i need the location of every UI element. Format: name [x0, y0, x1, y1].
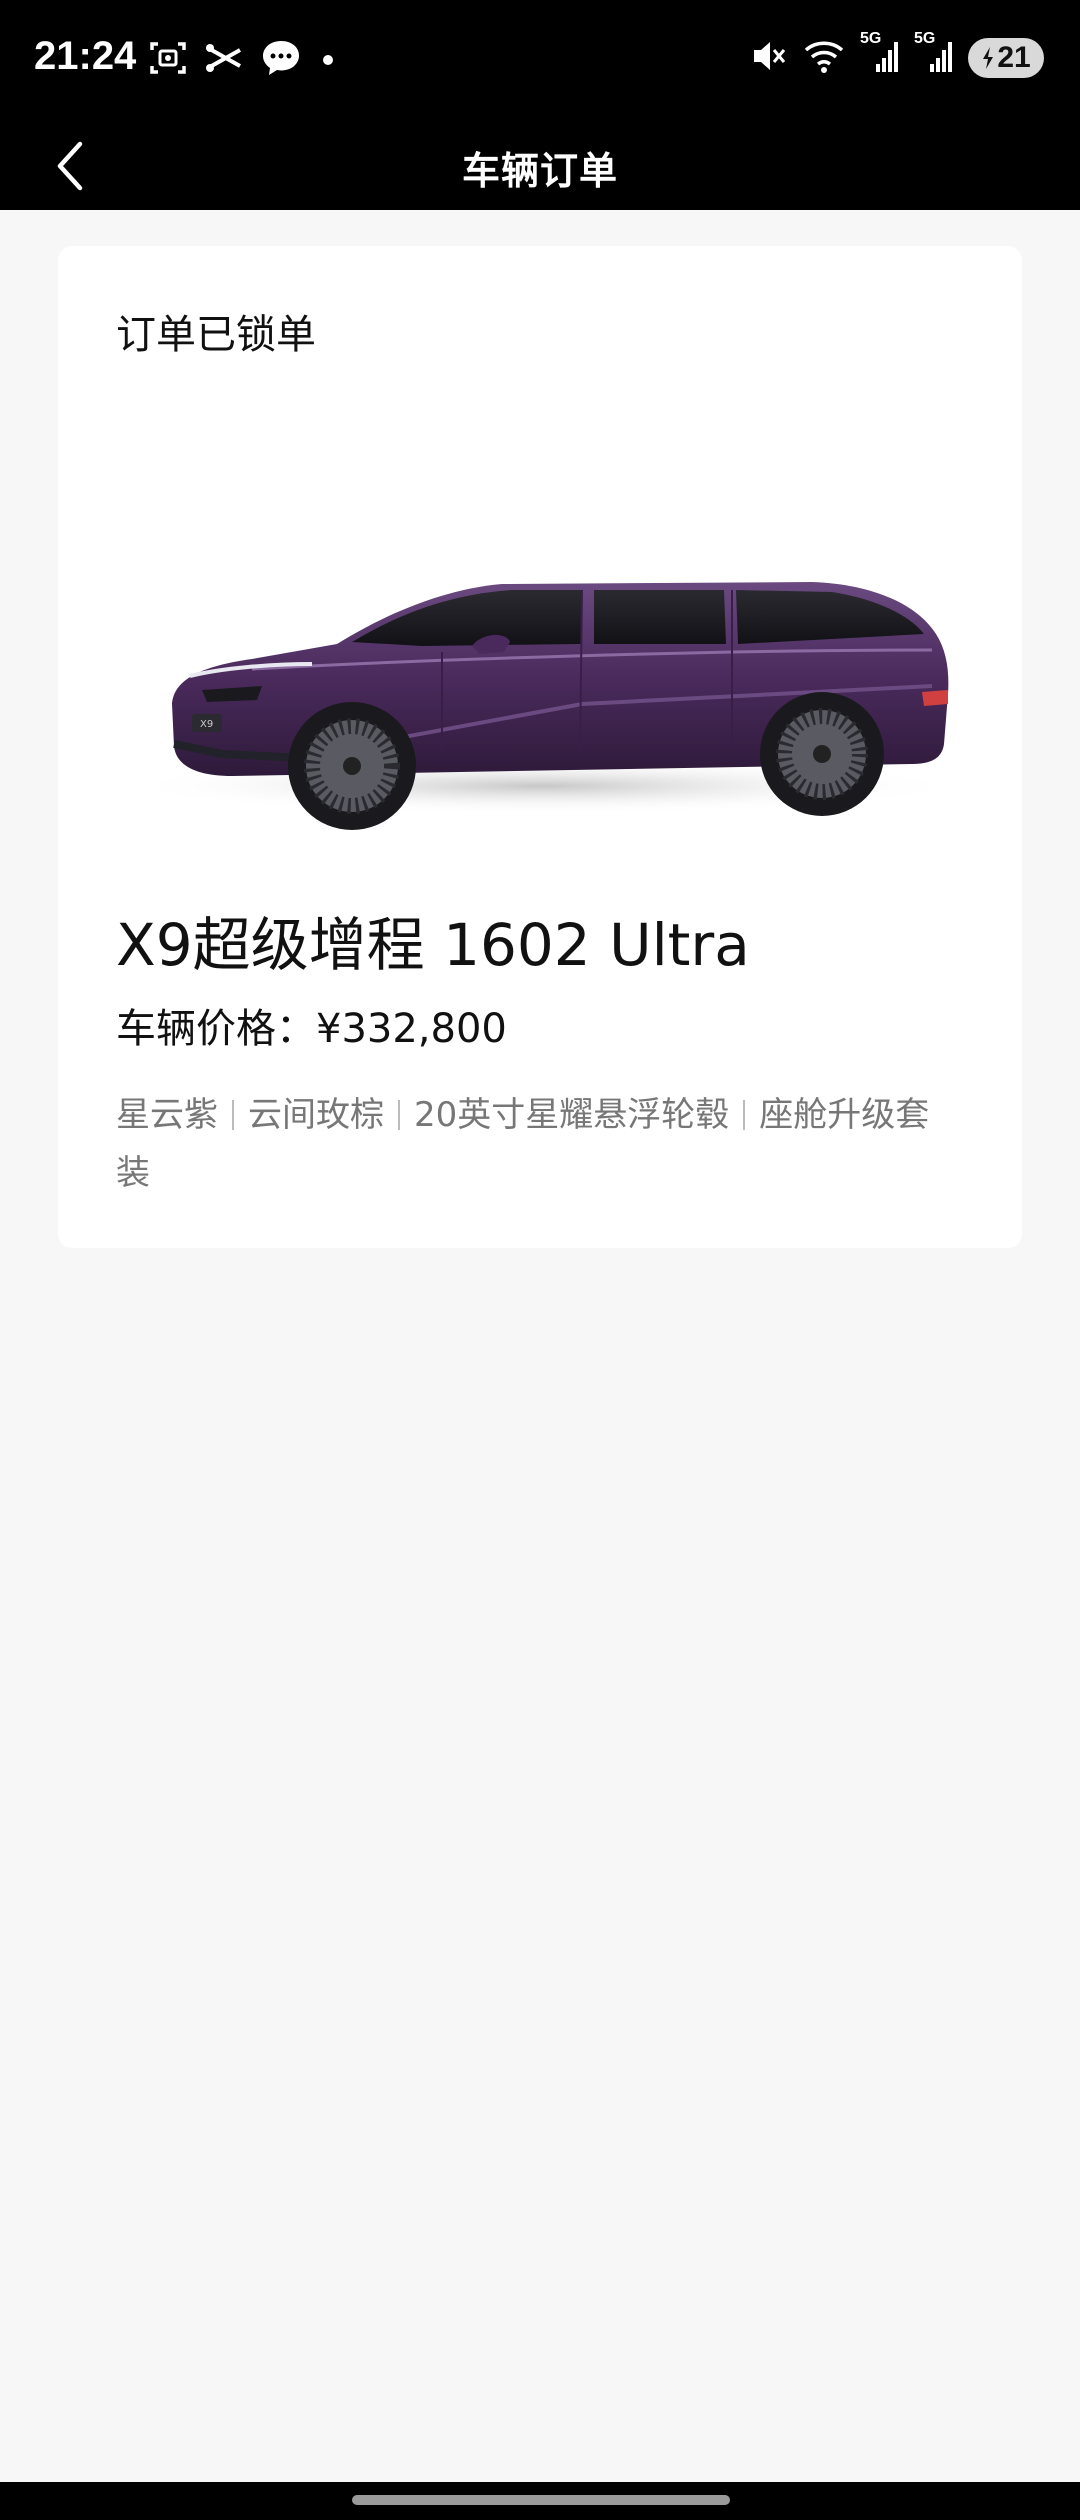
home-indicator[interactable] [352, 2495, 730, 2505]
rear-wheel [760, 692, 884, 816]
gesture-bar [0, 2482, 1080, 2520]
front-wheel [288, 702, 416, 830]
order-status-label: 订单已锁单 [116, 312, 316, 358]
network-type-label: 5G [860, 30, 882, 47]
order-card[interactable]: 订单已锁单 X9 X9超级增程 1602 Ultra 车辆价格：¥332,800… [58, 246, 1022, 1248]
signal-icon-1: 5G [860, 30, 900, 80]
option-separator [232, 1100, 234, 1130]
dot-icon [318, 38, 338, 82]
status-time: 21:24 [34, 34, 137, 78]
option-item: 座舱升级套 [759, 1095, 930, 1135]
option-item: 20英寸星耀悬浮轮毂 [414, 1095, 730, 1135]
option-separator [398, 1100, 400, 1130]
page-title: 车辆订单 [461, 148, 618, 193]
nav-bar: 车辆订单 [0, 124, 1080, 210]
battery-level: 21 [997, 41, 1031, 74]
message-icon [260, 38, 302, 82]
mute-icon [750, 36, 788, 80]
car-model-name: X9超级增程 1602 Ultra [116, 911, 750, 979]
option-item: 云间玫棕 [248, 1095, 384, 1135]
option-item: 星云紫 [116, 1095, 218, 1135]
car-options: 星云紫 云间玫棕 20英寸星耀悬浮轮毂 座舱升级套 装 [116, 1086, 976, 1202]
status-bar: 21:24 5G 5G 21 [0, 0, 1080, 124]
scissors-icon [204, 38, 244, 82]
screenshot-icon [148, 38, 188, 82]
car-badge: X9 [200, 719, 213, 730]
signal-icon-2: 5G [914, 30, 954, 80]
wifi-icon [802, 36, 846, 80]
option-item-continued: 装 [116, 1153, 150, 1193]
network-type-label: 5G [914, 30, 936, 47]
battery-icon: 21 [968, 38, 1044, 78]
status-notification-icons [148, 38, 338, 82]
option-separator [743, 1100, 746, 1130]
car-price: 车辆价格：¥332,800 [116, 1006, 507, 1052]
status-system-icons: 5G 5G 21 [750, 30, 1044, 80]
